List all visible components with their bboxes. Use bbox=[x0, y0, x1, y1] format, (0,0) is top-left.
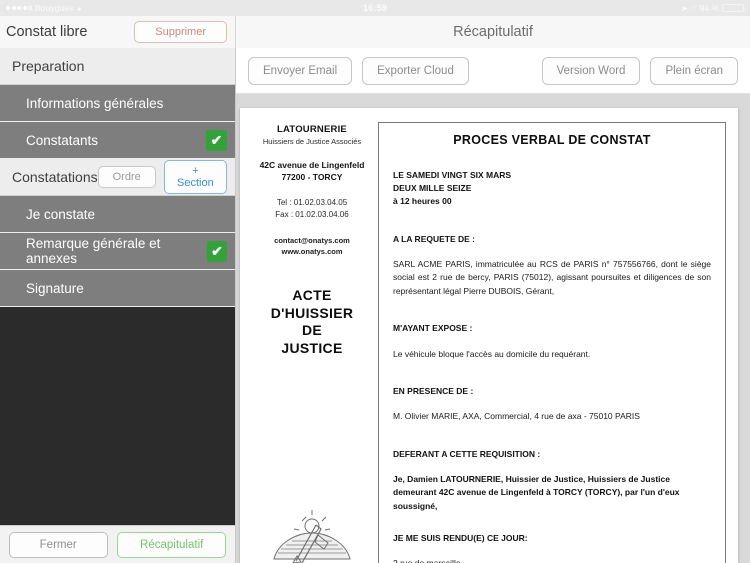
checkmark-icon: ✔ bbox=[206, 129, 227, 151]
firm-address: 42C avenue de Lingenfeld 77200 - TORCY bbox=[252, 159, 372, 184]
sidebar-section-label: Constatations bbox=[12, 169, 98, 185]
deferant-body: Je, Damien LATOURNERIE, Huissier de Just… bbox=[393, 474, 680, 511]
sidebar-section-actions: Ordre + Section bbox=[97, 160, 227, 194]
acte-line-2: D'HUISSIER bbox=[270, 304, 354, 321]
word-version-button[interactable]: Version Word bbox=[541, 56, 641, 85]
export-cloud-button[interactable]: Exporter Cloud bbox=[362, 56, 469, 85]
app-root: Bouygues ◕ 16:59 ➤ ⟳ 94 % Constat libre … bbox=[0, 0, 750, 563]
document-page: LATOURNERIE Huissiers de Justice Associé… bbox=[240, 108, 738, 563]
document-preview-scroll[interactable]: LATOURNERIE Huissiers de Justice Associé… bbox=[236, 94, 750, 563]
sidebar-item-constatants[interactable]: Constatants ✔ bbox=[0, 122, 235, 159]
requete-body: SARL ACME PARIS, immatriculée au RCS de … bbox=[393, 258, 711, 296]
firm-email: contact@onatys.com bbox=[274, 235, 350, 245]
right-pane: Envoyer Email Exporter Cloud Version Wor… bbox=[236, 48, 750, 563]
firm-address-line2: 77200 - TORCY bbox=[281, 172, 343, 183]
battery-percent-label: 94 % bbox=[699, 3, 719, 13]
rendu-address-line1: 2 rue de marseille bbox=[393, 557, 461, 563]
date-line-3: à 12 heures 00 bbox=[393, 196, 452, 207]
order-button[interactable]: Ordre bbox=[97, 166, 156, 188]
huissier-emblem-icon bbox=[252, 509, 372, 563]
firm-name: LATOURNERIE bbox=[277, 124, 347, 135]
header-bar: Constat libre Supprimer Récapitulatif bbox=[0, 16, 750, 48]
firm-fax: Fax : 01.02.03.04.06 bbox=[275, 209, 349, 219]
firm-subtitle: Huissiers de Justice Associés bbox=[262, 137, 362, 146]
document-date-block: LE SAMEDI VINGT SIX MARS DEUX MILLE SEIZ… bbox=[393, 169, 711, 209]
sidebar-section-constatations: Constatations Ordre + Section bbox=[0, 159, 235, 196]
status-bar-clock: 16:59 bbox=[362, 3, 388, 13]
header-right: Récapitulatif bbox=[236, 16, 750, 48]
fullscreen-button[interactable]: Plein écran bbox=[650, 56, 738, 85]
expose-body: Le véhicule bloque l'accès au domicile d… bbox=[393, 348, 591, 359]
firm-tel: Tel : 01.02.03.04.05 bbox=[276, 197, 348, 207]
letterhead-column: LATOURNERIE Huissiers de Justice Associé… bbox=[252, 122, 372, 563]
acte-line-4: JUSTICE bbox=[281, 339, 343, 356]
header-left: Constat libre Supprimer bbox=[0, 16, 236, 48]
sidebar-item-signature[interactable]: Signature bbox=[0, 270, 235, 307]
body-split: Preparation Informations générales Const… bbox=[0, 48, 750, 563]
document-text-frame: PROCES VERBAL DE CONSTAT LE SAMEDI VINGT… bbox=[378, 122, 726, 563]
sidebar-item-label: Signature bbox=[26, 280, 84, 296]
sidebar-item-label: Je constate bbox=[26, 206, 96, 222]
heading-a-la-requete: A LA REQUETE DE : bbox=[393, 233, 476, 244]
status-bar-right: ➤ ⟳ 94 % bbox=[681, 3, 746, 13]
sidebar-item-je-constate[interactable]: Je constate bbox=[0, 196, 235, 233]
delete-button[interactable]: Supprimer bbox=[134, 21, 227, 43]
heading-en-presence-de: EN PRESENCE DE : bbox=[393, 386, 474, 397]
recap-button[interactable]: Récapitulatif bbox=[117, 531, 227, 558]
status-bar: Bouygues ◕ 16:59 ➤ ⟳ 94 % bbox=[0, 0, 750, 16]
heading-deferant-requisition: DEFERANT A CETTE REQUISITION : bbox=[393, 449, 541, 459]
date-line-2: DEUX MILLE SEIZE bbox=[393, 183, 472, 194]
sidebar: Preparation Informations générales Const… bbox=[0, 48, 236, 563]
battery-icon bbox=[722, 3, 746, 13]
send-email-button[interactable]: Envoyer Email bbox=[248, 56, 353, 85]
location-arrow-icon: ➤ bbox=[681, 3, 688, 13]
recap-title: Récapitulatif bbox=[453, 24, 533, 40]
sidebar-section-label: Preparation bbox=[12, 58, 85, 74]
presence-body: M. Olivier MARIE, AXA, Commercial, 4 rue… bbox=[393, 411, 640, 422]
acte-heading: ACTE D'HUISSIER DE JUSTICE bbox=[252, 287, 372, 357]
add-section-button[interactable]: + Section bbox=[163, 160, 227, 194]
sidebar-item-label: Informations générales bbox=[26, 95, 164, 111]
firm-web-contact: contact@onatys.com www.onatys.com bbox=[252, 235, 372, 258]
page-title: Constat libre bbox=[6, 24, 88, 40]
sidebar-item-label: Remarque générale et annexes bbox=[26, 236, 161, 266]
sidebar-empty-area bbox=[0, 307, 235, 525]
sidebar-item-remarque-generale[interactable]: Remarque générale et annexes ✔ bbox=[0, 233, 235, 270]
acte-line-1: ACTE bbox=[292, 287, 332, 304]
checkmark-icon: ✔ bbox=[206, 240, 227, 262]
acte-line-3: DE bbox=[301, 322, 323, 339]
sidebar-nav-list: Preparation Informations générales Const… bbox=[0, 48, 235, 307]
sidebar-item-informations-generales[interactable]: Informations générales bbox=[0, 85, 235, 122]
close-button[interactable]: Fermer bbox=[8, 531, 108, 558]
document-toolbar: Envoyer Email Exporter Cloud Version Wor… bbox=[236, 48, 750, 94]
rotation-lock-icon: ⟳ bbox=[690, 5, 697, 12]
sidebar-item-label: Constatants bbox=[26, 132, 99, 148]
heading-je-me-suis-rendu: JE ME SUIS RENDU(E) CE JOUR: bbox=[393, 532, 528, 543]
firm-contact-numbers: Tel : 01.02.03.04.05 Fax : 01.02.03.04.0… bbox=[252, 197, 372, 221]
sidebar-footer: Fermer Récapitulatif bbox=[0, 525, 235, 563]
document-title: PROCES VERBAL DE CONSTAT bbox=[453, 133, 651, 147]
heading-mayant-expose: M'AYANT EXPOSE : bbox=[393, 323, 473, 334]
sidebar-section-preparation: Preparation bbox=[0, 48, 235, 85]
date-line-1: LE SAMEDI VINGT SIX MARS bbox=[393, 170, 512, 180]
firm-website: www.onatys.com bbox=[281, 246, 343, 256]
firm-address-line1: 42C avenue de Lingenfeld bbox=[259, 160, 365, 170]
